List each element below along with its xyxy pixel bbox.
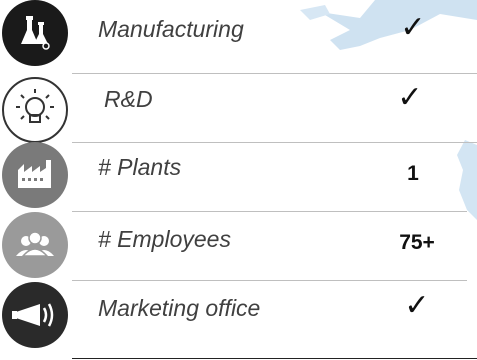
factory-icon [2,142,68,208]
row-label: R&D [104,86,153,112]
row-label: # Employees [98,226,231,252]
people-icon [2,212,68,278]
row-label: Marketing office [98,295,261,321]
divider [72,142,477,143]
checkmark-icon: ✓ [404,289,430,322]
divider [72,358,477,359]
checkmark-icon: ✓ [400,11,426,44]
row-label: # Plants [98,154,182,180]
map-fragment-right [457,140,477,220]
divider [72,73,477,74]
row-label: Manufacturing [98,16,244,42]
divider [72,280,467,281]
divider [72,211,467,212]
lab-flask-icon [2,0,68,66]
megaphone-icon [2,282,68,348]
plants-count: 1 [407,162,419,185]
checkmark-icon: ✓ [397,81,423,114]
lightbulb-icon [2,77,68,143]
employees-count: 75+ [399,231,435,254]
